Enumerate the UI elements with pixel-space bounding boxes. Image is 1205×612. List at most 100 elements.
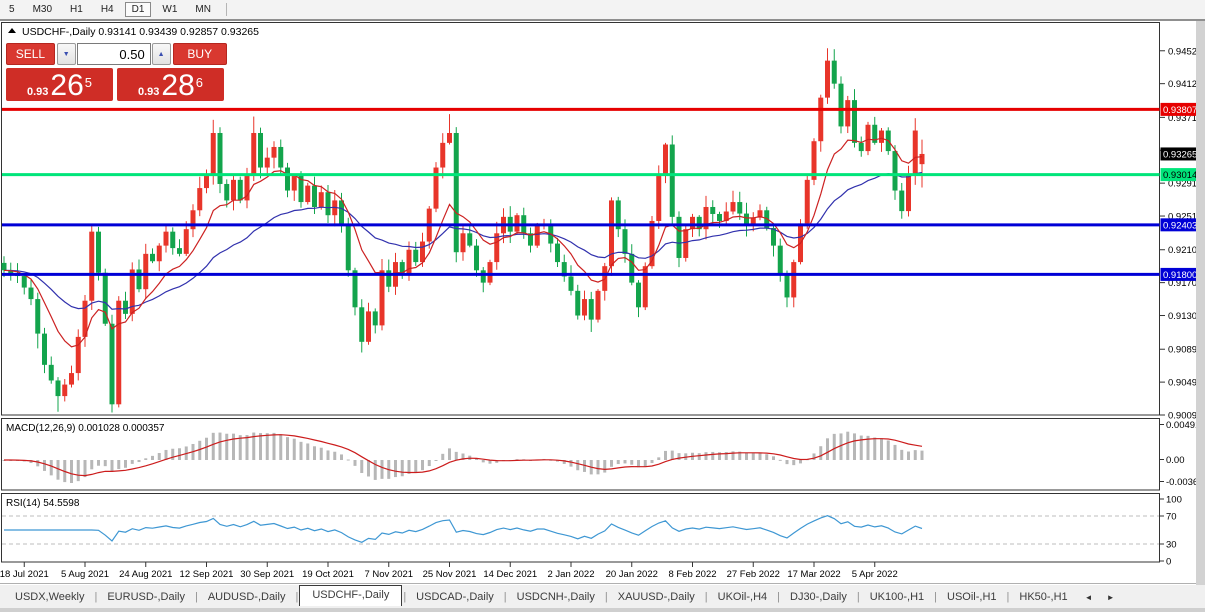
chart-tab-audusd-daily[interactable]: AUDUSD-,Daily	[199, 588, 295, 606]
chart-window[interactable]: USDCHF-,Daily 0.93141 0.93439 0.92857 0.…	[0, 21, 1196, 585]
candle-body	[636, 283, 641, 308]
candle-body	[710, 207, 715, 214]
candle-body	[204, 176, 209, 188]
chart-tab-ukoil-h4[interactable]: UKOil-,H4	[709, 588, 777, 606]
macd-histogram-bar	[313, 446, 316, 460]
lot-size-input[interactable]	[77, 43, 151, 65]
macd-histogram-bar	[401, 460, 404, 476]
chart-tab-usdx-weekly[interactable]: USDX,Weekly	[6, 588, 93, 606]
chart-tab-hk50-h1[interactable]: HK50-,H1	[1010, 588, 1076, 606]
chart-tab-usoil-h1[interactable]: USOil-,H1	[938, 588, 1006, 606]
candle-body	[488, 262, 493, 283]
timeframe-button-m30[interactable]: M30	[26, 2, 59, 17]
candle-body	[778, 246, 783, 275]
chart-tab-xauusd-daily[interactable]: XAUUSD-,Daily	[609, 588, 704, 606]
price-tick-label: 0.90890	[1168, 345, 1196, 356]
window-bottom-edge	[0, 608, 1205, 612]
price-badge-label: 0.91800	[1163, 270, 1196, 281]
macd-histogram-bar	[124, 460, 127, 468]
macd-histogram-bar	[259, 433, 262, 460]
candle-body	[609, 200, 614, 266]
candle-body	[866, 125, 871, 151]
timeframe-button-h4[interactable]: H4	[94, 2, 121, 17]
macd-histogram-bar	[441, 454, 444, 460]
macd-histogram-bar	[900, 450, 903, 460]
timeframe-button-mn[interactable]: MN	[188, 2, 218, 17]
chart-tab-uk100-h1[interactable]: UK100-,H1	[861, 588, 933, 606]
date-tick-label: 12 Sep 2021	[180, 569, 234, 580]
macd-histogram-bar	[887, 440, 890, 460]
timeframe-button-h1[interactable]: H1	[63, 2, 90, 17]
chart-tab-usdcad-daily[interactable]: USDCAD-,Daily	[407, 588, 503, 606]
macd-histogram-bar	[300, 442, 303, 460]
macd-histogram-bar	[360, 460, 363, 473]
candle-body	[535, 225, 540, 246]
candle-body	[447, 133, 452, 143]
candle-body	[717, 214, 722, 221]
macd-histogram-bar	[144, 458, 147, 460]
buy-button[interactable]: BUY	[173, 43, 227, 65]
chart-tab-dj30-daily[interactable]: DJ30-,Daily	[781, 588, 856, 606]
chart-tab-usdcnh-daily[interactable]: USDCNH-,Daily	[508, 588, 604, 606]
macd-histogram-bar	[833, 434, 836, 460]
lot-increase-button[interactable]: ▲	[152, 43, 171, 65]
candle-body	[596, 291, 601, 320]
price-badge-label: 0.93014	[1163, 170, 1196, 181]
price-tick-label: 0.92100	[1168, 245, 1196, 256]
candle-body	[805, 180, 810, 224]
candle-body	[859, 143, 864, 151]
sell-price-tile[interactable]: 0.93265	[6, 68, 113, 101]
macd-histogram-bar	[347, 460, 350, 461]
one-click-trade-panel: SELL ▼ ▲ BUY 0.93265 0.93286	[6, 43, 227, 101]
chart-ohlc-title: USDCHF-,Daily 0.93141 0.93439 0.92857 0.…	[22, 26, 259, 38]
rsi-axis-label: 100	[1166, 495, 1182, 506]
macd-histogram-bar	[792, 460, 795, 465]
candle-body	[366, 311, 371, 341]
rsi-panel: RSI(14) 54.559810070300	[2, 494, 1182, 568]
candle-body	[69, 373, 74, 385]
macd-histogram-bar	[752, 453, 755, 460]
candle-body	[218, 133, 223, 184]
tab-scroll-left-icon[interactable]: ◄	[1085, 593, 1093, 602]
candle-body	[420, 242, 425, 263]
macd-histogram-bar	[205, 438, 208, 460]
chart-tab-eurusd-daily[interactable]: EURUSD-,Daily	[98, 588, 194, 606]
timeframe-button-d1[interactable]: D1	[125, 2, 152, 17]
buy-price-tile[interactable]: 0.93286	[117, 68, 224, 101]
candle-body	[461, 233, 466, 252]
macd-histogram-bar	[212, 433, 215, 460]
candle-body	[42, 334, 47, 365]
macd-histogram-bar	[482, 460, 485, 462]
candle-body	[305, 186, 310, 202]
macd-histogram-bar	[907, 452, 910, 460]
macd-histogram-bar	[273, 433, 276, 460]
macd-histogram-bar	[266, 433, 269, 460]
timeframe-button-w1[interactable]: W1	[155, 2, 184, 17]
candle-body	[413, 250, 418, 262]
candle-body	[845, 100, 850, 126]
candle-body	[123, 301, 128, 314]
candle-body	[197, 188, 202, 210]
macd-panel-border	[2, 419, 1160, 491]
macd-histogram-bar	[698, 453, 701, 460]
macd-histogram-bar	[178, 448, 181, 460]
candle-body	[285, 168, 290, 191]
macd-histogram-bar	[921, 451, 924, 460]
macd-histogram-bar	[36, 460, 39, 466]
sell-button[interactable]: SELL	[6, 43, 55, 65]
sell-price-prefix: 0.93	[27, 85, 48, 99]
macd-histogram-bar	[408, 460, 411, 474]
macd-histogram-bar	[657, 457, 660, 460]
candle-body	[110, 324, 115, 405]
macd-histogram-bar	[131, 460, 134, 464]
timeframe-button-5[interactable]: 5	[2, 2, 22, 17]
lot-decrease-button[interactable]: ▼	[57, 43, 76, 65]
mt4-window: 5 M30 H1 H4 D1W1 MN USDCHF-,Daily 0.93141 0.9…	[0, 0, 1205, 612]
macd-histogram-bar	[246, 435, 249, 460]
candle-body	[893, 151, 898, 190]
candle-body	[839, 84, 844, 127]
tab-scroll-right-icon[interactable]: ►	[1107, 593, 1115, 602]
chart-tab-usdchf-daily[interactable]: USDCHF-,Daily	[299, 585, 402, 606]
macd-histogram-bar	[367, 460, 370, 476]
chart-canvas[interactable]: USDCHF-,Daily 0.93141 0.93439 0.92857 0.…	[0, 21, 1196, 585]
